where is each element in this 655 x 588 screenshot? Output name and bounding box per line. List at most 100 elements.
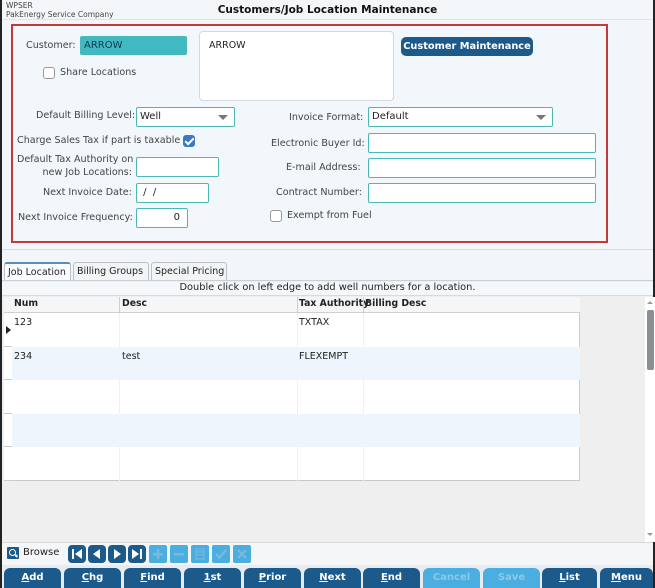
invoice-format-select[interactable]: Default: [368, 107, 553, 127]
share-locations-checkbox[interactable]: [43, 67, 55, 79]
default-billing-level-select[interactable]: Well: [136, 107, 235, 127]
default-tax-authority-input[interactable]: [136, 157, 219, 177]
post-record-button[interactable]: [212, 545, 230, 563]
delete-record-button[interactable]: [170, 545, 188, 563]
prior-record-icon: [93, 549, 100, 559]
last-record-button[interactable]: [128, 545, 146, 563]
section-divider: [2, 249, 653, 250]
current-row-pointer-icon: [6, 326, 11, 334]
next-invoice-frequency-label: Next Invoice Frequency:: [18, 212, 133, 223]
grid-header: Num Desc Tax Authority Billing Desc: [4, 297, 580, 313]
row-indicator[interactable]: [4, 447, 12, 481]
checkmark-icon: [215, 549, 227, 560]
column-header-billing-desc[interactable]: Billing Desc: [365, 298, 426, 309]
insert-record-button[interactable]: [149, 545, 167, 563]
contract-number-input[interactable]: [368, 183, 596, 203]
application-window: WPSER PakEnergy Service Company Customer…: [0, 0, 655, 588]
cell-tax-authority: TXTAX: [299, 317, 330, 328]
first-button[interactable]: 1st: [184, 568, 241, 588]
row-indicator[interactable]: [4, 380, 12, 414]
cancel-button[interactable]: Cancel: [423, 568, 480, 588]
minus-icon: [174, 553, 184, 556]
browse-mode-label: Browse: [23, 547, 60, 558]
record-navigator: Browse: [2, 542, 653, 564]
cell-num: 234: [14, 350, 33, 362]
cell-tax-authority: FLEXEMPT: [299, 350, 348, 362]
column-separator[interactable]: [119, 297, 120, 313]
chevron-down-icon: [536, 115, 546, 120]
electronic-buyer-id-label: Electronic Buyer Id:: [271, 138, 365, 149]
plus-icon: [153, 549, 163, 559]
job-location-grid: Num Desc Tax Authority Billing Desc 123 …: [4, 297, 580, 481]
grid-vertical-scrollbar[interactable]: [645, 297, 655, 542]
column-header-num[interactable]: Num: [14, 298, 38, 309]
default-billing-level-value: Well: [140, 111, 162, 122]
column-separator[interactable]: [297, 297, 298, 313]
find-button[interactable]: Find: [124, 568, 181, 588]
customer-name-display: ARROW: [199, 31, 394, 101]
customer-maintenance-button[interactable]: Customer Maintenance: [401, 37, 533, 56]
row-indicator[interactable]: [4, 346, 12, 380]
cell-num: 123: [14, 317, 33, 328]
prior-button[interactable]: Prior: [244, 568, 301, 588]
charge-sales-tax-label: Charge Sales Tax if part is taxable: [17, 135, 181, 146]
customer-input[interactable]: ARROW: [80, 36, 187, 55]
tab-job-location[interactable]: Job Location: [4, 262, 71, 280]
customer-name-text: ARROW: [209, 40, 246, 51]
next-record-button[interactable]: [108, 545, 126, 563]
column-separator[interactable]: [363, 297, 364, 313]
email-address-label: E-mail Address:: [286, 162, 361, 173]
charge-sales-tax-checkbox[interactable]: [183, 135, 195, 147]
grid-hint-text: Double click on left edge to add well nu…: [2, 282, 653, 296]
next-invoice-frequency-input[interactable]: 0: [136, 208, 188, 228]
tab-billing-groups[interactable]: Billing Groups: [73, 262, 149, 280]
command-bar: Add Chg Find 1st Prior Next End Cancel S…: [2, 565, 653, 588]
row-indicator[interactable]: [4, 413, 12, 447]
exempt-from-fuel-label: Exempt from Fuel: [287, 210, 372, 221]
table-row[interactable]: 234 test FLEXEMPT: [12, 346, 580, 380]
table-row[interactable]: [12, 447, 580, 481]
edit-record-button[interactable]: [191, 545, 209, 563]
share-locations-label: Share Locations: [60, 67, 137, 78]
default-tax-authority-label-line1: Default Tax Authority on: [17, 154, 134, 165]
column-header-tax-authority[interactable]: Tax Authority: [299, 298, 369, 309]
next-record-icon: [114, 549, 121, 559]
cancel-x-icon: [237, 549, 247, 559]
prior-record-button[interactable]: [88, 545, 106, 563]
scroll-down-icon[interactable]: [647, 533, 653, 536]
last-record-icon: [132, 549, 142, 559]
column-header-desc[interactable]: Desc: [122, 298, 147, 309]
electronic-buyer-id-input[interactable]: [368, 133, 596, 153]
tab-special-pricing[interactable]: Special Pricing: [151, 262, 227, 280]
next-button[interactable]: Next: [304, 568, 361, 588]
scroll-up-icon[interactable]: [647, 301, 653, 304]
table-row[interactable]: [12, 380, 580, 414]
invoice-format-label: Invoice Format:: [289, 112, 364, 123]
next-invoice-date-input[interactable]: / /: [136, 183, 209, 203]
row-indicator[interactable]: [4, 313, 12, 347]
save-button[interactable]: Save: [483, 568, 540, 588]
default-billing-level-label: Default Billing Level:: [36, 110, 136, 121]
exempt-from-fuel-checkbox[interactable]: [270, 210, 282, 222]
first-record-icon: [72, 549, 82, 559]
next-invoice-date-label: Next Invoice Date:: [43, 187, 132, 198]
end-button[interactable]: End: [363, 568, 420, 588]
chevron-down-icon: [218, 115, 228, 120]
edit-grid-icon: [195, 548, 205, 560]
customer-label: Customer:: [26, 40, 76, 51]
invoice-format-value: Default: [372, 111, 409, 122]
default-tax-authority-label: Default Tax Authority on new Job Locatio…: [17, 153, 134, 179]
scroll-thumb[interactable]: [647, 310, 654, 370]
list-button[interactable]: List: [542, 568, 597, 588]
add-button[interactable]: Add: [4, 568, 61, 588]
table-row[interactable]: [12, 413, 580, 447]
change-button[interactable]: Chg: [64, 568, 121, 588]
table-row[interactable]: 123 TXTAX: [12, 313, 580, 347]
menu-button[interactable]: Menu: [600, 568, 653, 588]
cancel-edit-button[interactable]: [233, 545, 251, 563]
page-title: Customers/Job Location Maintenance: [217, 4, 438, 16]
first-record-button[interactable]: [68, 545, 86, 563]
default-tax-authority-label-line2: new Job Locations:: [42, 167, 132, 178]
title-bar: WPSER PakEnergy Service Company Customer…: [2, 0, 653, 20]
email-address-input[interactable]: [368, 158, 596, 178]
